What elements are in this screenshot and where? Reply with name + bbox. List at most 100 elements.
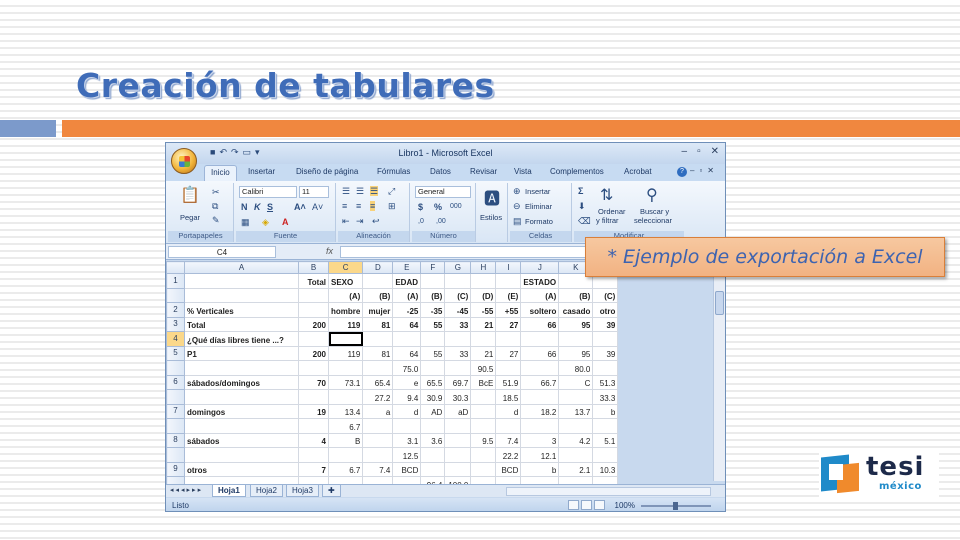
tab-vista[interactable]: Vista	[514, 167, 532, 176]
cell[interactable]	[420, 418, 446, 434]
column-header-c[interactable]: C	[327, 261, 364, 274]
cell[interactable]: 75.0	[392, 360, 422, 376]
cell[interactable]	[558, 389, 594, 405]
cell[interactable]: % Verticales	[184, 302, 299, 318]
cell[interactable]: 73.1	[327, 374, 364, 390]
column-header-i[interactable]: I	[495, 261, 522, 274]
cell[interactable]: a	[362, 403, 394, 419]
cell[interactable]: 30.3	[444, 389, 472, 405]
align-right-icon[interactable]: ≡	[370, 201, 376, 211]
cell[interactable]	[184, 389, 299, 405]
cell[interactable]	[520, 360, 560, 376]
cell[interactable]: SEXO	[327, 273, 364, 289]
cell[interactable]	[470, 447, 497, 463]
cell[interactable]	[470, 461, 497, 477]
paste-icon[interactable]: 📋	[180, 185, 200, 205]
cell[interactable]	[444, 461, 472, 477]
cell[interactable]: 81	[362, 345, 394, 361]
cell[interactable]: b	[592, 403, 619, 419]
cell[interactable]: 66.7	[520, 374, 560, 390]
currency-icon[interactable]: $	[418, 202, 423, 212]
cell[interactable]	[392, 331, 422, 347]
row-header[interactable]: 6	[166, 374, 185, 390]
cell[interactable]: (A)	[520, 287, 560, 303]
cell[interactable]: -55	[470, 302, 497, 318]
cell[interactable]	[184, 418, 299, 434]
cell[interactable]	[362, 418, 394, 434]
cell[interactable]: sábados	[184, 432, 299, 448]
cell[interactable]	[362, 273, 394, 289]
row-header[interactable]: 9	[166, 461, 185, 477]
restore-icon[interactable]: ▫	[697, 146, 701, 157]
underline-icon[interactable]: S	[267, 202, 273, 212]
cell[interactable]	[420, 461, 446, 477]
cell[interactable]	[298, 418, 329, 434]
cell[interactable]	[592, 418, 619, 434]
borders-icon[interactable]: ▦	[241, 217, 250, 227]
row-header[interactable]	[166, 418, 185, 434]
cell[interactable]	[444, 447, 472, 463]
cell[interactable]	[470, 331, 497, 347]
cell[interactable]: ESTADO	[520, 273, 560, 289]
sheet-tab-hoja3[interactable]: Hoja3	[286, 485, 319, 497]
cell[interactable]: 55	[420, 316, 446, 332]
cell[interactable]	[558, 418, 594, 434]
cell[interactable]: 69.7	[444, 374, 472, 390]
workbook-controls[interactable]: –▫✕	[690, 166, 719, 175]
cell[interactable]	[520, 389, 560, 405]
cell[interactable]: ¿Qué días libres tiene ...?	[184, 331, 299, 347]
cell[interactable]	[495, 360, 522, 376]
cell[interactable]: 119	[327, 345, 364, 361]
find-select-button[interactable]: Buscar y	[640, 207, 669, 216]
align-center-icon[interactable]: ≡	[356, 201, 361, 211]
cell[interactable]	[362, 331, 394, 347]
cell[interactable]: (A)	[392, 287, 422, 303]
paste-button[interactable]: Pegar	[180, 213, 200, 222]
cell[interactable]: BCD	[392, 461, 422, 477]
cell[interactable]: 6.7	[327, 461, 364, 477]
cell[interactable]: otros	[184, 461, 299, 477]
tab-complementos[interactable]: Complementos	[550, 167, 604, 176]
cell[interactable]	[558, 447, 594, 463]
cell[interactable]	[298, 287, 329, 303]
autosum-icon[interactable]: Σ	[578, 186, 583, 196]
row-header[interactable]	[166, 389, 185, 405]
cell[interactable]: 64	[392, 316, 422, 332]
cell[interactable]: 80.0	[558, 360, 594, 376]
name-box[interactable]: C4	[168, 246, 276, 258]
cell[interactable]: sábados/domingos	[184, 374, 299, 390]
cell[interactable]	[444, 331, 472, 347]
cell[interactable]	[420, 273, 446, 289]
row-header[interactable]: 1	[166, 273, 185, 289]
cell[interactable]: b	[520, 461, 560, 477]
cell[interactable]	[298, 360, 329, 376]
cell[interactable]: 21	[470, 316, 497, 332]
cell[interactable]: hombre	[327, 302, 364, 318]
cell[interactable]: (A)	[327, 287, 364, 303]
italic-icon[interactable]: K	[254, 202, 261, 212]
new-sheet-icon[interactable]: ✚	[322, 485, 341, 497]
column-header-h[interactable]: H	[470, 261, 497, 274]
cell[interactable]: 13.4	[327, 403, 364, 419]
cell[interactable]: 55	[420, 345, 446, 361]
insert-cells-icon[interactable]: ⊕	[513, 186, 521, 196]
cell[interactable]: 21	[470, 345, 497, 361]
row-header[interactable]: 3	[166, 316, 185, 332]
cell[interactable]: 200	[298, 345, 329, 361]
office-button[interactable]	[171, 148, 197, 174]
font-size-select[interactable]: 11	[299, 186, 329, 198]
find-select-icon[interactable]: ⚲	[646, 185, 658, 205]
row-header[interactable]: 2	[166, 302, 185, 318]
align-left-icon[interactable]: ≡	[342, 201, 347, 211]
select-all-corner[interactable]	[166, 261, 185, 274]
delete-cells-icon[interactable]: ⊖	[513, 201, 521, 211]
cell[interactable]	[444, 432, 472, 448]
cell[interactable]	[327, 389, 364, 405]
zoom-level[interactable]: 100%	[615, 501, 635, 510]
cell[interactable]: 7.4	[495, 432, 522, 448]
close-icon[interactable]: ✕	[711, 146, 719, 157]
cell[interactable]	[362, 447, 394, 463]
cell[interactable]: (D)	[470, 287, 497, 303]
cell[interactable]	[444, 418, 472, 434]
sheet-tab-hoja1[interactable]: Hoja1	[212, 485, 246, 497]
